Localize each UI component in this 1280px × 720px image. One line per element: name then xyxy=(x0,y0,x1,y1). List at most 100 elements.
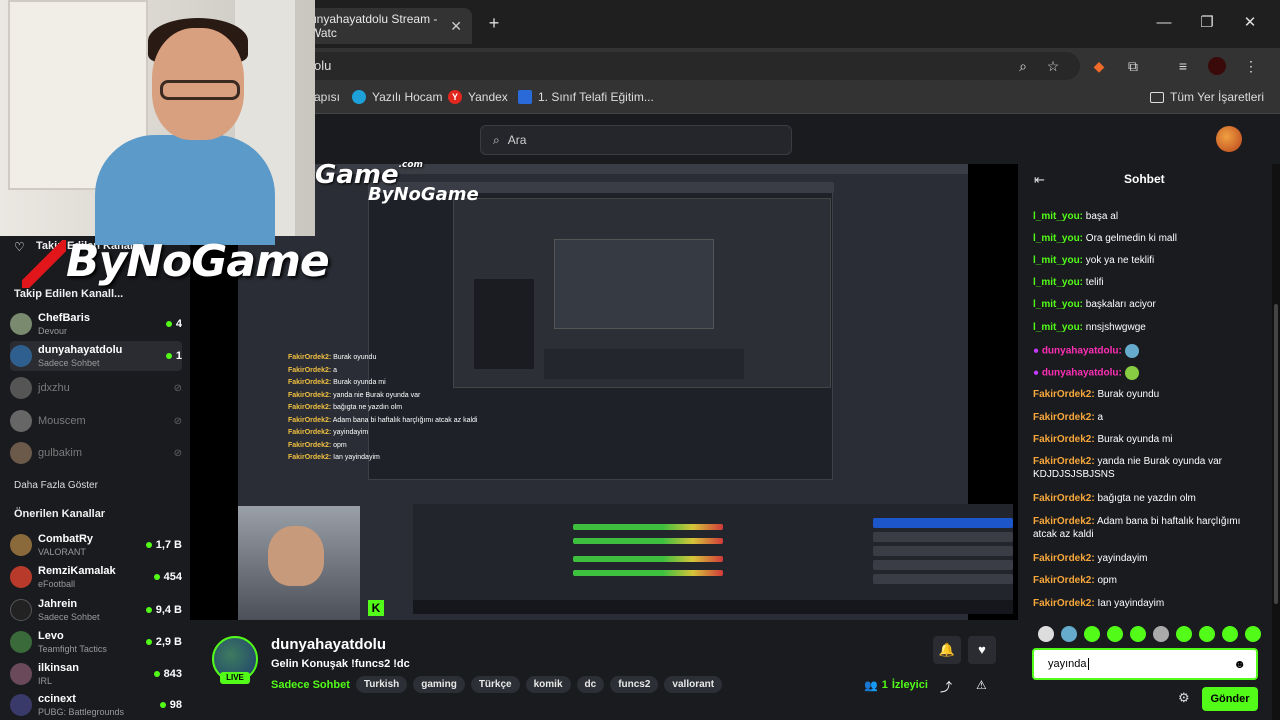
emote-icon[interactable] xyxy=(1084,626,1100,642)
chat-message: l_mit_you: başa al xyxy=(1033,211,1119,222)
live-dot-icon xyxy=(145,639,152,645)
zoom-icon[interactable]: ⌕ xyxy=(1012,55,1034,77)
report-icon[interactable]: ⚠ xyxy=(976,678,987,692)
notification-bell-button[interactable]: 🔔 xyxy=(933,636,961,664)
live-dot-icon xyxy=(153,574,160,580)
browser-menu-icon[interactable]: ⋮ xyxy=(1240,55,1262,77)
offline-icon: ⊘ xyxy=(173,382,182,394)
tag[interactable]: funcs2 xyxy=(610,676,659,693)
tag[interactable]: vallorant xyxy=(664,676,723,693)
chat-scrollbar[interactable] xyxy=(1272,164,1280,720)
sidebar-channel[interactable]: ilkinsan IRL 843 xyxy=(10,659,182,689)
emote-icon[interactable] xyxy=(1038,626,1054,642)
avatar xyxy=(10,631,32,653)
media-control-icon[interactable]: ≡ xyxy=(1172,55,1194,77)
collapse-chat-icon[interactable]: ⇤ xyxy=(1034,172,1045,188)
viewer-count: 9,4 B xyxy=(145,604,182,616)
search-icon: ⌕ xyxy=(493,132,500,147)
follow-heart-button[interactable]: ♥ xyxy=(968,636,996,664)
sidebar-channel[interactable]: ccinext PUBG: Battlegrounds 98 xyxy=(10,691,182,719)
emote-icon[interactable] xyxy=(1107,626,1123,642)
viewer-count: 👥 1 İzleyici xyxy=(864,679,928,692)
emote-icon[interactable] xyxy=(1130,626,1146,642)
profile-icon[interactable] xyxy=(1206,55,1228,77)
bookmark-item[interactable]: Yazılı Hocam xyxy=(352,90,442,104)
chat-message: FakirOrdek2: Adam bana bi haftalık harçl… xyxy=(1033,516,1241,540)
sidebar-channel[interactable]: CombatRy VALORANT 1,7 B xyxy=(10,530,182,560)
nested-logo: ByNoGame xyxy=(368,184,479,205)
emote-icon xyxy=(1124,366,1139,380)
chat-message: FakirOrdek2: yanda nie Burak oyunda var … xyxy=(1033,456,1223,480)
bookmark-item[interactable]: Y Yandex xyxy=(448,90,508,104)
channel-name[interactable]: dunyahayatdolu xyxy=(271,636,386,653)
search-input[interactable]: ⌕ Ara xyxy=(480,125,792,155)
emote-icon[interactable] xyxy=(1222,626,1238,642)
badge-icon: ● xyxy=(1033,367,1040,379)
chat-panel: ⇤ Sohbet l_mit_you: başa al l_mit_you: O… xyxy=(1018,164,1272,720)
share-icon[interactable]: ⤴ xyxy=(940,678,952,695)
browser-tab[interactable]: unyahayatdolu Stream - Watc ✕ xyxy=(300,8,472,44)
tag[interactable]: dc xyxy=(576,676,605,693)
viewer-count: 1 xyxy=(165,350,182,362)
live-dot-icon xyxy=(145,607,152,613)
sidebar-channel[interactable]: dunyahayatdolu Sadece Sohbet 1 xyxy=(10,341,182,371)
address-input[interactable]: olu xyxy=(300,52,1080,80)
tag[interactable]: Türkçe xyxy=(470,676,520,693)
live-dot-icon xyxy=(153,671,160,677)
viewer-count: 98 xyxy=(159,699,182,711)
show-more-link[interactable]: Daha Fazla Göster xyxy=(14,480,98,491)
user-avatar[interactable] xyxy=(1216,126,1242,152)
bookmark-item[interactable]: 1. Sınıf Telafi Eğitim... xyxy=(518,90,654,104)
tag[interactable]: gaming xyxy=(413,676,465,693)
viewer-count: 1,7 B xyxy=(145,539,182,551)
send-button[interactable]: Gönder xyxy=(1202,687,1258,711)
close-tab-icon[interactable]: ✕ xyxy=(450,18,462,35)
avatar xyxy=(10,345,32,367)
live-badge: LIVE xyxy=(220,672,250,684)
chat-input[interactable]: yayında ☻ xyxy=(1032,648,1258,680)
live-dot-icon xyxy=(159,702,166,708)
sidebar-channel[interactable]: jdxzhu ⊘ xyxy=(10,373,182,403)
all-bookmarks[interactable]: Tüm Yer İşaretleri xyxy=(1150,90,1264,104)
extensions-icon[interactable]: ⧉ xyxy=(1122,55,1144,77)
avatar xyxy=(10,694,32,716)
restore-icon[interactable]: ❐ xyxy=(1196,12,1218,34)
sidebar-channel[interactable]: RemziKamalak eFootball 454 xyxy=(10,562,182,592)
small-brand-logo: Game.com xyxy=(315,160,423,190)
stream-category[interactable]: Sadece Sohbet xyxy=(271,679,350,691)
emote-bar xyxy=(1038,625,1268,643)
bookmark-star-icon[interactable]: ☆ xyxy=(1042,55,1064,77)
tag[interactable]: komik xyxy=(525,676,571,693)
chat-message: ● dunyahayatdolu: xyxy=(1033,366,1263,380)
viewers-icon: 👥 xyxy=(864,680,878,692)
emote-icon[interactable] xyxy=(1061,626,1077,642)
sidebar-channel[interactable]: gulbakim ⊘ xyxy=(10,438,182,468)
tag[interactable]: Turkish xyxy=(355,676,408,693)
sidebar-channel[interactable]: Jahrein Sadece Sohbet 9,4 B xyxy=(10,595,182,625)
stream-title: Gelin Konuşak !funcs2 !dc xyxy=(271,658,410,670)
emote-icon[interactable] xyxy=(1153,626,1169,642)
emoji-picker-icon[interactable]: ☻ xyxy=(1233,657,1246,671)
stream-info: LIVE dunyahayatdolu Gelin Konuşak !funcs… xyxy=(190,620,1018,720)
chat-settings-gear-icon[interactable]: ⚙ xyxy=(1178,690,1190,706)
new-tab-icon[interactable]: + xyxy=(484,13,504,33)
sidebar-channel[interactable]: Mouscem ⊘ xyxy=(10,406,182,436)
streamer-webcam xyxy=(0,0,315,245)
emote-icon[interactable] xyxy=(1199,626,1215,642)
live-dot-icon xyxy=(165,353,172,359)
avatar xyxy=(10,313,32,335)
avatar xyxy=(10,566,32,588)
extension-fox-icon[interactable]: ◆ xyxy=(1088,55,1110,77)
badge-icon: ● xyxy=(1033,345,1040,357)
window-close-icon[interactable]: ✕ xyxy=(1239,12,1261,34)
emote-icon[interactable] xyxy=(1176,626,1192,642)
sidebar-channel[interactable]: ChefBaris Devour 4 xyxy=(10,309,182,339)
live-dot-icon xyxy=(165,321,172,327)
chat-message: FakirOrdek2: Burak oyunda mi xyxy=(1033,434,1173,445)
minimize-icon[interactable]: — xyxy=(1153,12,1175,34)
emote-icon[interactable] xyxy=(1245,626,1261,642)
viewer-count: 454 xyxy=(153,571,182,583)
offline-icon: ⊘ xyxy=(173,447,182,459)
bookmark-item[interactable]: apısı xyxy=(314,90,340,104)
sidebar-channel[interactable]: Levo Teamfight Tactics 2,9 B xyxy=(10,627,182,657)
